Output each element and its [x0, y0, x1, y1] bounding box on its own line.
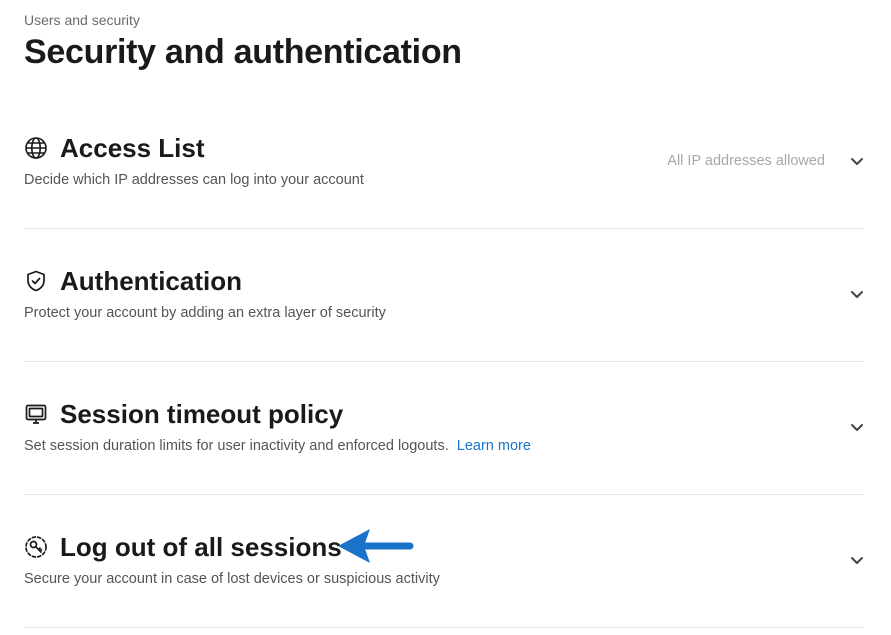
chevron-down-icon[interactable] [850, 423, 864, 433]
section-description: Decide which IP addresses can log into y… [24, 172, 364, 188]
section-description-text: Set session duration limits for user ina… [24, 438, 449, 454]
section-header: Authentication [24, 264, 242, 298]
arrow-left-icon [338, 529, 414, 563]
section-header: Session timeout policy [24, 397, 343, 431]
breadcrumb[interactable]: Users and security [24, 12, 140, 28]
section-title: Log out of all sessions [60, 531, 342, 562]
logout-key-icon [24, 535, 48, 559]
section-authentication[interactable]: Authentication Protect your account by a… [24, 229, 864, 362]
section-title: Session timeout policy [60, 398, 344, 429]
chevron-down-icon[interactable] [850, 157, 864, 167]
section-access-list[interactable]: Access List Decide which IP addresses ca… [24, 96, 864, 229]
page-title: Security and authentication [24, 33, 462, 71]
section-description: Set session duration limits for user ina… [24, 438, 531, 454]
section-title: Access List [60, 132, 205, 163]
section-session-timeout[interactable]: Session timeout policy Set session durat… [24, 362, 864, 495]
monitor-icon [24, 402, 48, 426]
section-logout-all[interactable]: Log out of all sessions Secure your acco… [24, 495, 864, 628]
section-description: Secure your account in case of lost devi… [24, 571, 440, 587]
access-status: All IP addresses allowed [667, 153, 825, 169]
section-header: Log out of all sessions [24, 530, 342, 564]
learn-more-link[interactable]: Learn more [457, 438, 531, 454]
globe-icon [24, 136, 48, 160]
chevron-down-icon[interactable] [850, 556, 864, 566]
security-page: Users and security Security and authenti… [0, 0, 891, 635]
section-header: Access List [24, 131, 205, 165]
shield-check-icon [24, 269, 48, 293]
section-description: Protect your account by adding an extra … [24, 305, 386, 321]
section-title: Authentication [60, 265, 242, 296]
chevron-down-icon[interactable] [850, 290, 864, 300]
